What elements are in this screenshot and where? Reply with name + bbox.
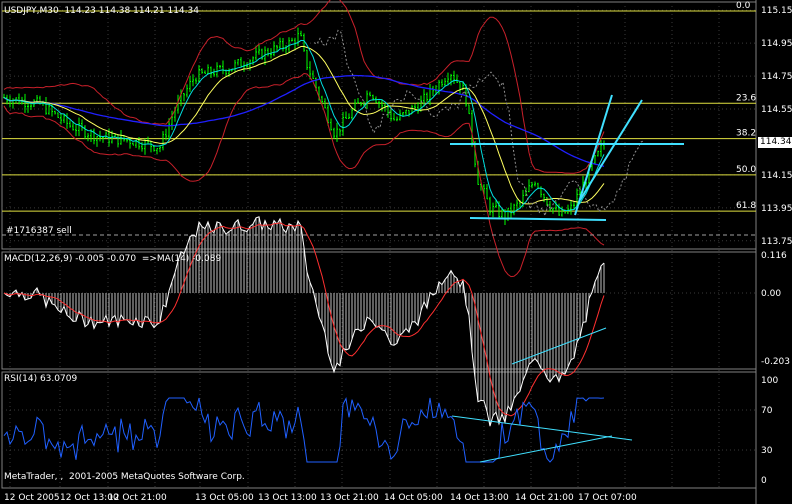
price-label: 113.95: [761, 204, 792, 214]
rsi-line: [3, 397, 605, 463]
time-label: 14 Oct 05:00: [384, 493, 443, 503]
moving-average-mid: [3, 45, 605, 205]
macd-title: MACD(12,26,9) -0.005 -0.070 =>MA(14) -0.…: [4, 254, 222, 264]
rsi-scale-label: 30: [761, 446, 773, 456]
main-window-frame: [1, 1, 757, 250]
price-label: 114.15: [761, 171, 792, 181]
rsi-title: RSI(14) 63.0709: [4, 374, 78, 384]
time-label: 14 Oct 21:00: [515, 493, 574, 503]
current-price-tag: 114.34: [758, 137, 792, 148]
rsi-scale-label: 70: [761, 406, 773, 416]
macd-scale-label: 0.00: [761, 289, 781, 299]
price-label: 114.95: [761, 39, 792, 49]
fibo-label: 61.8: [736, 201, 756, 211]
price-label: 115.15: [761, 6, 792, 16]
chart-area[interactable]: 0.0 23.6 38.2 50.0 61.8 115.15 114.95 114.75 11…: [0, 0, 792, 504]
macd-indicator-window[interactable]: [3, 216, 607, 427]
rsi-scale-label: 0: [761, 476, 767, 486]
copyright-text: MetaTrader, , 2001-2005 MetaQuotes Softw…: [4, 472, 245, 482]
time-label: 17 Oct 07:00: [578, 493, 637, 503]
main-price-chart[interactable]: 0.0 23.6 38.2 50.0 61.8: [2, 0, 756, 278]
fibo-label: 0.0: [736, 1, 751, 11]
time-label: 14 Oct 13:00: [450, 493, 509, 503]
order-label: #1716387 sell: [6, 226, 72, 236]
fibo-label: 50.0: [736, 165, 756, 175]
price-label: 114.55: [761, 105, 792, 115]
macd-scale-label: 0.116: [761, 251, 787, 261]
fibo-label: 23.6: [736, 93, 756, 103]
time-label: 12 Oct 21:00: [108, 493, 167, 503]
time-label: 13 Oct 05:00: [195, 493, 254, 503]
price-label: 113.75: [761, 237, 792, 247]
trend-line: [579, 99, 643, 201]
macd-scale-label: -0.203: [761, 357, 790, 367]
time-label: 12 Oct 2005: [4, 493, 60, 503]
rsi-scale-label: 100: [761, 376, 778, 386]
chart-title: USDJPY,M30 114.23 114.38 114.21 114.34: [4, 6, 199, 16]
time-label: 13 Oct 21:00: [320, 493, 379, 503]
time-label: 13 Oct 13:00: [258, 493, 317, 503]
trend-line: [469, 217, 607, 221]
fibo-label: 38.2: [736, 129, 756, 139]
bollinger-upper: [3, 0, 605, 174]
rsi-trend-line-upper: [451, 415, 633, 441]
price-label: 114.75: [761, 72, 792, 82]
rsi-indicator-window[interactable]: [3, 397, 633, 463]
